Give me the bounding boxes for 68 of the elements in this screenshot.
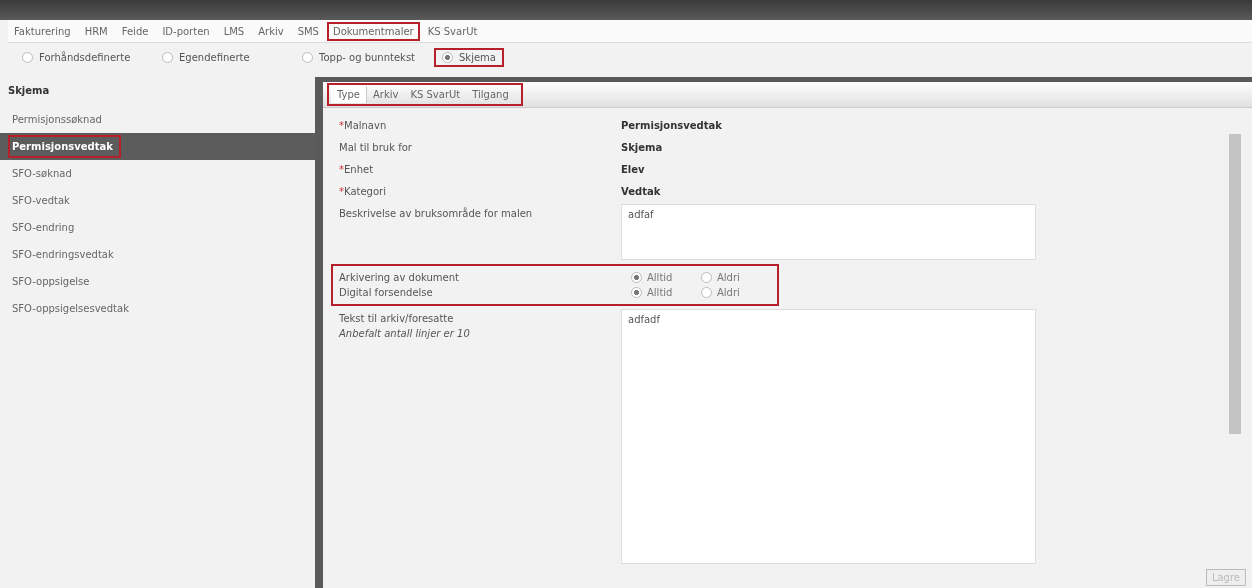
field-label: Kategori: [344, 186, 386, 197]
field-value: Permisjonsvedtak: [621, 119, 722, 131]
option-label: Digital forsendelse: [339, 287, 434, 298]
field-hint: Anbefalt antall linjer er 10: [339, 328, 471, 339]
item-label: Permisjonsvedtak: [8, 135, 121, 158]
option-label: Topp- og bunntekst: [319, 51, 415, 63]
choice-label: Alltid: [647, 272, 673, 283]
option-label: Skjema: [459, 51, 496, 63]
sidebar-item[interactable]: SFO-oppsigelse: [0, 268, 315, 295]
field-value: Skjema: [621, 141, 663, 153]
text-field[interactable]: adfadf: [621, 309, 1036, 564]
sidebar-item[interactable]: SFO-oppsigelsesvedtak: [0, 295, 315, 322]
menu-item[interactable]: SMS: [291, 21, 325, 41]
menu-item[interactable]: ID-porten: [156, 21, 216, 41]
menu-item[interactable]: Fakturering: [8, 21, 77, 41]
required-mark: *: [339, 186, 344, 197]
item-label: Permisjonssøknad: [11, 113, 103, 127]
menu-item[interactable]: Dokumentmaler: [326, 21, 420, 41]
sidebar-title: Skjema: [7, 84, 51, 98]
radio-button[interactable]: [631, 287, 642, 298]
radio-button[interactable]: [442, 51, 453, 63]
item-label: SFO-vedtak: [11, 194, 71, 208]
tab[interactable]: Type: [331, 86, 367, 103]
radio-button[interactable]: [701, 287, 712, 298]
sidebar-item[interactable]: SFO-endringsvedtak: [0, 241, 315, 268]
option-label: Egendefinerte: [179, 51, 250, 63]
sidebar-item[interactable]: Permisjonsvedtak: [0, 133, 315, 160]
item-label: SFO-endringsvedtak: [11, 248, 115, 262]
sidebar-item[interactable]: Permisjonssøknad: [0, 106, 315, 133]
tab[interactable]: KS SvarUt: [404, 86, 467, 103]
radio-button[interactable]: [162, 51, 173, 63]
field-label: Tekst til arkiv/foresatte: [339, 313, 454, 324]
description-field[interactable]: adfaf: [621, 204, 1036, 260]
item-label: SFO-oppsigelse: [11, 275, 91, 289]
radio-button[interactable]: [701, 272, 712, 283]
sidebar-item[interactable]: SFO-endring: [0, 214, 315, 241]
item-label: SFO-endring: [11, 221, 76, 235]
template-type-option[interactable]: Topp- og bunntekst: [294, 47, 434, 67]
field-label: Mal til bruk for: [339, 142, 412, 153]
menu-item[interactable]: HRM: [78, 21, 114, 41]
tab[interactable]: Arkiv: [366, 86, 405, 103]
item-label: SFO-oppsigelsesvedtak: [11, 302, 130, 316]
radio-button[interactable]: [302, 51, 313, 63]
option-label: Arkivering av dokument: [339, 272, 460, 283]
option-label: Forhåndsdefinerte: [39, 51, 131, 63]
required-mark: *: [339, 120, 344, 131]
menu-item[interactable]: Feide: [115, 21, 155, 41]
template-type-option[interactable]: Forhåndsdefinerte: [14, 47, 154, 67]
radio-button[interactable]: [22, 51, 33, 63]
field-value: Vedtak: [621, 185, 661, 197]
tab[interactable]: Tilgang: [466, 86, 515, 103]
template-type-option[interactable]: Skjema: [434, 47, 504, 67]
menu-item[interactable]: LMS: [217, 21, 251, 41]
field-label: Enhet: [344, 164, 374, 175]
template-type-option[interactable]: Egendefinerte: [154, 47, 294, 67]
radio-button[interactable]: [631, 272, 642, 283]
field-value: Elev: [621, 163, 645, 175]
field-label: Malnavn: [344, 120, 387, 131]
menu-item[interactable]: Arkiv: [252, 21, 290, 41]
item-label: SFO-søknad: [11, 167, 73, 181]
choice-label: Alltid: [647, 287, 673, 298]
required-mark: *: [339, 164, 344, 175]
choice-label: Aldri: [717, 272, 740, 283]
field-label: Beskrivelse av bruksområde for malen: [339, 208, 533, 219]
choice-label: Aldri: [717, 287, 740, 298]
sidebar-item[interactable]: SFO-vedtak: [0, 187, 315, 214]
sidebar-item[interactable]: SFO-søknad: [0, 160, 315, 187]
menu-item[interactable]: KS SvarUt: [421, 21, 484, 41]
